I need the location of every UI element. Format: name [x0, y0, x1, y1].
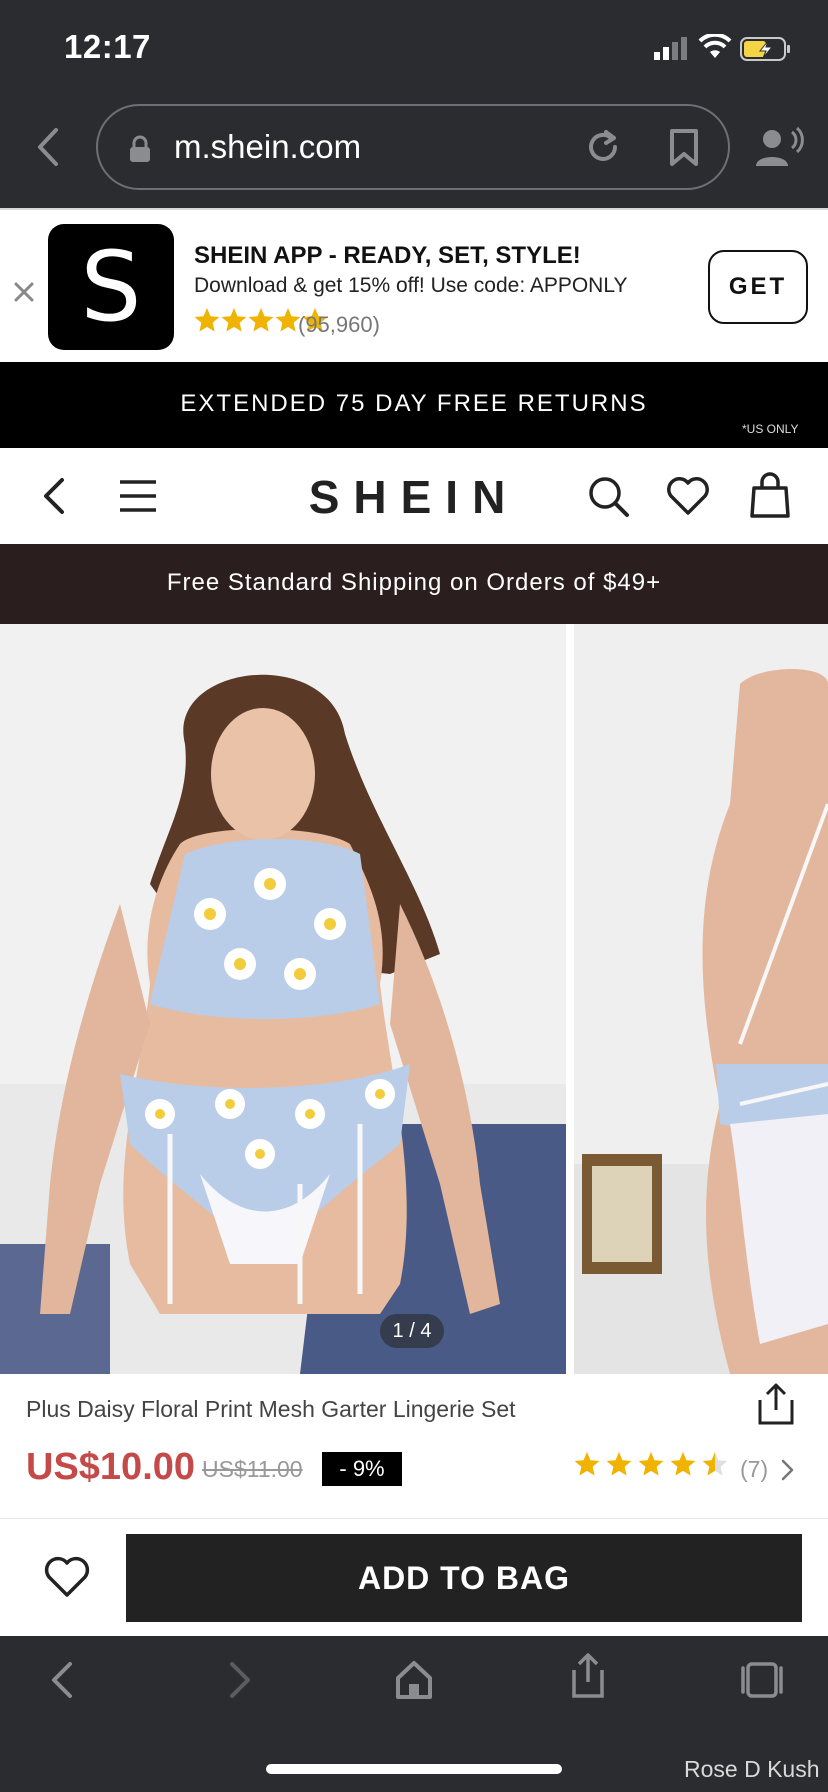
- app-rating-count: (95,960): [298, 312, 380, 337]
- home-icon[interactable]: [394, 1658, 434, 1700]
- get-app-button[interactable]: GET: [708, 250, 808, 324]
- toolbar-back-icon[interactable]: [48, 1660, 76, 1700]
- promo-text: EXTENDED 75 DAY FREE RETURNS: [180, 390, 648, 417]
- star-fill: [670, 1452, 696, 1476]
- product-price: US$10.00: [26, 1446, 196, 1488]
- tabs-icon[interactable]: [740, 1660, 784, 1700]
- star-fill: [248, 308, 274, 332]
- browser-back-icon[interactable]: [32, 126, 62, 168]
- product-image: [0, 624, 828, 1374]
- star-fill: [638, 1452, 664, 1476]
- toolbar-forward-icon[interactable]: [226, 1660, 254, 1700]
- wifi-icon: [698, 34, 732, 60]
- search-icon[interactable]: [586, 474, 630, 518]
- speak-icon[interactable]: [754, 126, 804, 168]
- review-count[interactable]: (7): [740, 1456, 768, 1483]
- product-rating-stars[interactable]: [574, 1452, 734, 1484]
- bookmark-icon[interactable]: [668, 128, 700, 168]
- lock-icon: [128, 134, 152, 164]
- star-fill: [275, 308, 301, 332]
- shipping-text: Free Standard Shipping on Orders of $49+: [166, 569, 662, 596]
- discount-badge: - 9%: [322, 1452, 402, 1486]
- star-fill: [194, 308, 220, 332]
- battery-icon: [740, 36, 792, 62]
- app-banner-title: SHEIN APP - READY, SET, STYLE!: [194, 242, 581, 269]
- reload-icon[interactable]: [584, 128, 622, 166]
- app-banner-subtitle: Download & get 15% off! Use code: APPONL…: [194, 274, 628, 297]
- wishlist-icon[interactable]: [666, 476, 710, 516]
- app-logo: S: [48, 224, 174, 350]
- home-indicator: [266, 1764, 562, 1774]
- product-title: Plus Daisy Floral Print Mesh Garter Ling…: [26, 1396, 516, 1422]
- url-text[interactable]: m.shein.com: [174, 128, 361, 166]
- star-fill: [574, 1452, 600, 1476]
- image-counter: 1 / 4: [380, 1314, 444, 1348]
- watermark: Rose D Kush: [684, 1756, 820, 1782]
- save-heart-icon[interactable]: [44, 1556, 90, 1598]
- bag-icon[interactable]: [748, 472, 792, 518]
- divider: [0, 1518, 828, 1519]
- share-icon[interactable]: [756, 1382, 796, 1426]
- star-fill: [221, 308, 247, 332]
- star-fill: [606, 1452, 632, 1476]
- signal-icon: [652, 36, 688, 60]
- toolbar-share-icon[interactable]: [568, 1652, 608, 1700]
- promo-note: *US ONLY: [742, 422, 799, 436]
- original-price: US$11.00: [202, 1456, 303, 1482]
- status-time: 12:17: [64, 28, 151, 65]
- chevron-right-icon[interactable]: [780, 1458, 796, 1482]
- close-icon[interactable]: [12, 280, 36, 304]
- add-to-bag-button[interactable]: ADD TO BAG: [126, 1534, 802, 1622]
- product-gallery[interactable]: [0, 624, 828, 1374]
